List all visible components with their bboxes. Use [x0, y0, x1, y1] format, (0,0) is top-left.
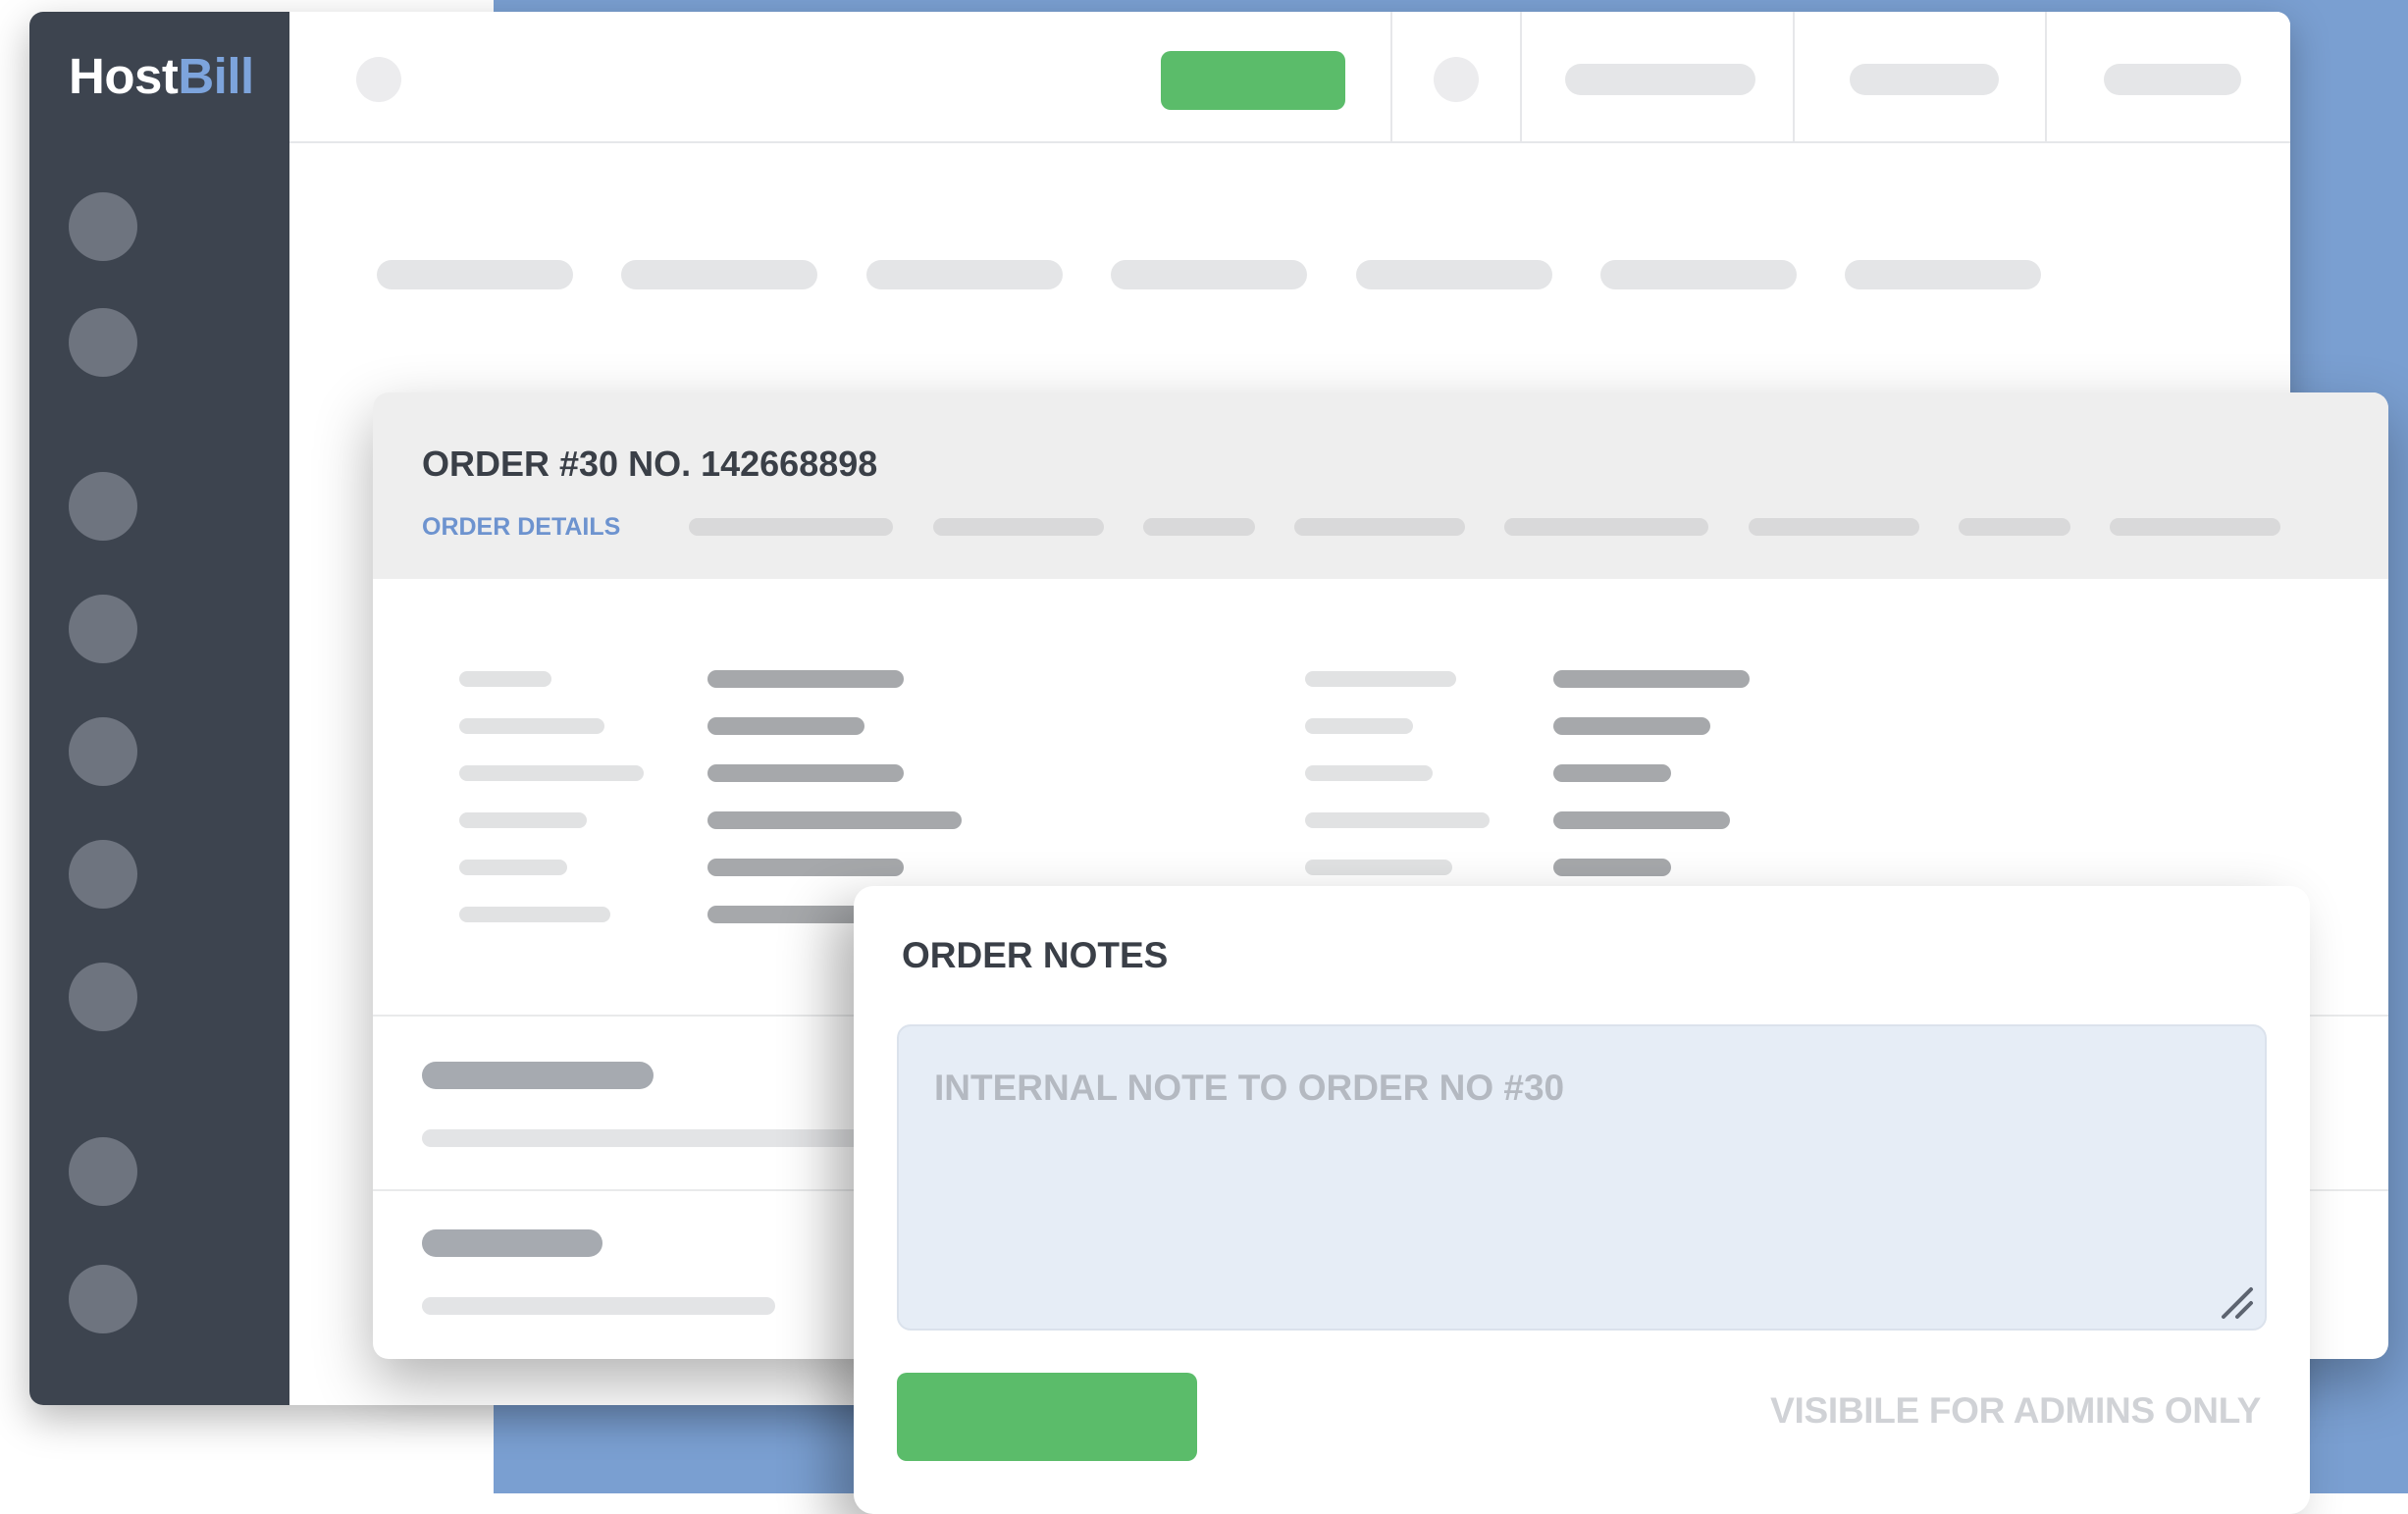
order-tab[interactable]: [1749, 518, 1919, 536]
save-note-button[interactable]: [897, 1373, 1197, 1461]
detail-value: [707, 764, 904, 782]
detail-value: [707, 859, 904, 876]
section-row-title[interactable]: [422, 1229, 602, 1257]
detail-label: [459, 671, 551, 687]
notification-icon[interactable]: [1434, 57, 1479, 102]
divider: [2045, 12, 2047, 141]
order-title: ORDER #30 NO. 142668898: [422, 444, 878, 484]
detail-label: [459, 718, 604, 734]
visibility-note: VISIBILE FOR ADMINS ONLY: [1770, 1390, 2261, 1431]
topbar-menu-item[interactable]: [2104, 64, 2241, 95]
nav-tab[interactable]: [866, 260, 1063, 289]
tab-order-details[interactable]: ORDER DETAILS: [422, 513, 620, 542]
logo-bill-text: Bill: [178, 48, 254, 104]
nav-tab[interactable]: [377, 260, 573, 289]
nav-tab[interactable]: [1600, 260, 1797, 289]
sidebar-nav-icon[interactable]: [69, 963, 137, 1031]
nav-tab[interactable]: [1845, 260, 2041, 289]
topbar-menu-item[interactable]: [1565, 64, 1755, 95]
detail-label: [459, 812, 587, 828]
resize-handle-icon[interactable]: [2218, 1283, 2257, 1323]
detail-value: [1553, 859, 1671, 876]
detail-value: [1553, 670, 1750, 688]
detail-label: [1305, 812, 1490, 828]
notes-textarea[interactable]: INTERNAL NOTE TO ORDER NO #30: [897, 1024, 2267, 1331]
divider: [1520, 12, 1522, 141]
top-bar: [289, 12, 2290, 143]
sidebar-nav-icon[interactable]: [69, 472, 137, 541]
sidebar-nav-icon[interactable]: [69, 1137, 137, 1206]
order-tab[interactable]: [933, 518, 1104, 536]
order-tab[interactable]: [1143, 518, 1255, 536]
sidebar-nav-icon[interactable]: [69, 595, 137, 663]
nav-tab[interactable]: [1356, 260, 1552, 289]
detail-label: [1305, 765, 1433, 781]
detail-label: [1305, 718, 1413, 734]
order-tab[interactable]: [2110, 518, 2280, 536]
detail-label: [1305, 671, 1456, 687]
order-tab[interactable]: [689, 518, 893, 536]
order-header: ORDER #30 NO. 142668898 ORDER DETAILS: [373, 392, 2388, 579]
sidebar-nav-icon[interactable]: [69, 308, 137, 377]
topbar-action-button[interactable]: [1161, 51, 1345, 110]
detail-label: [1305, 860, 1452, 875]
detail-value: [707, 717, 864, 735]
detail-label: [459, 860, 567, 875]
sidebar-nav-icon[interactable]: [69, 840, 137, 909]
order-tab[interactable]: [1504, 518, 1708, 536]
sidebar-nav-icon[interactable]: [69, 1265, 137, 1333]
section-row-title[interactable]: [422, 1062, 654, 1089]
order-tab[interactable]: [1959, 518, 2070, 536]
nav-tab[interactable]: [1111, 260, 1307, 289]
detail-value: [1553, 764, 1671, 782]
sidebar-nav-icon[interactable]: [69, 717, 137, 786]
divider: [1793, 12, 1795, 141]
order-tab[interactable]: [1294, 518, 1465, 536]
detail-value: [1553, 811, 1730, 829]
notes-title: ORDER NOTES: [902, 935, 1169, 975]
detail-value: [707, 811, 962, 829]
topbar-menu-item[interactable]: [1850, 64, 1999, 95]
detail-label: [459, 907, 610, 922]
nav-tab[interactable]: [621, 260, 817, 289]
logo-host-text: Host: [69, 48, 179, 104]
menu-toggle-icon[interactable]: [356, 57, 401, 102]
section-row-subtitle: [422, 1297, 775, 1315]
detail-value: [707, 670, 904, 688]
sidebar: HostBill: [29, 12, 289, 1405]
order-notes-modal: ORDER NOTES INTERNAL NOTE TO ORDER NO #3…: [854, 886, 2310, 1514]
sidebar-nav-icon[interactable]: [69, 192, 137, 261]
app-logo[interactable]: HostBill: [69, 47, 254, 105]
notes-placeholder: INTERNAL NOTE TO ORDER NO #30: [934, 1068, 1565, 1108]
detail-value: [1553, 717, 1710, 735]
detail-label: [459, 765, 644, 781]
section-row-subtitle: [422, 1129, 893, 1147]
divider: [1390, 12, 1392, 141]
